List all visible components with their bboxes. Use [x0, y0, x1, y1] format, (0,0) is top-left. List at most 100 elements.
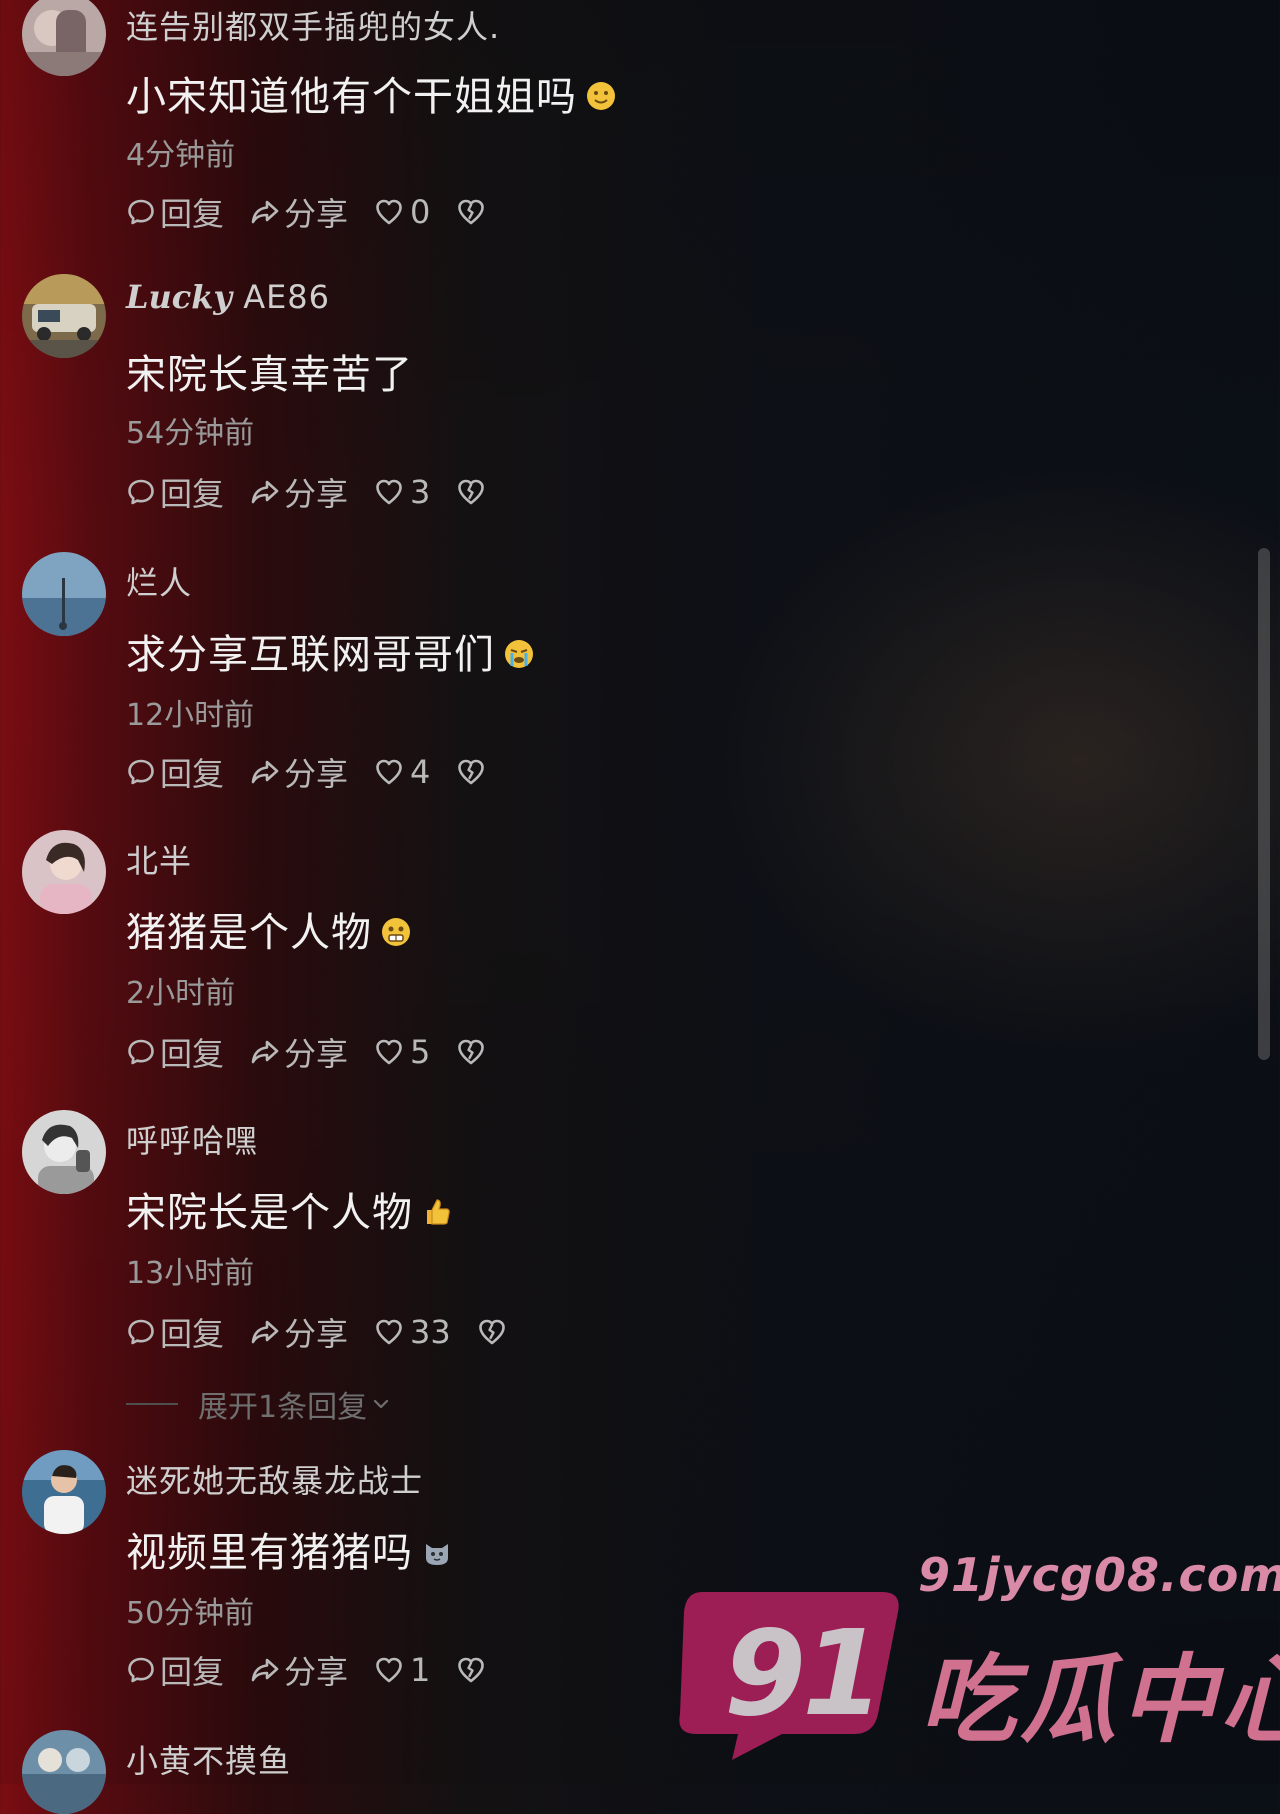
- username[interactable]: 小黄不摸鱼: [126, 1736, 291, 1782]
- broken-heart-icon: [456, 477, 486, 507]
- reply-icon: [126, 1037, 156, 1067]
- dislike-button[interactable]: [477, 1317, 511, 1347]
- share-button[interactable]: 分享: [250, 469, 348, 515]
- username[interactable]: 连告别都双手插兜的女人.: [126, 2, 500, 48]
- like-button[interactable]: 33: [374, 1313, 451, 1351]
- share-icon: [250, 197, 280, 227]
- reply-button[interactable]: 回复: [126, 189, 224, 235]
- crying-emoji-icon: [503, 638, 535, 670]
- reply-button[interactable]: 回复: [126, 469, 224, 515]
- username[interactable]: 呼呼哈嘿: [126, 1116, 258, 1162]
- heart-icon: [374, 757, 404, 787]
- broken-heart-icon: [456, 757, 486, 787]
- comment-text: 小宋知道他有个干姐姐吗: [126, 64, 617, 122]
- background: [0, 0, 1280, 1784]
- like-count: 5: [410, 1033, 431, 1071]
- reply-icon: [126, 757, 156, 787]
- heart-icon: [374, 1655, 404, 1685]
- divider: [126, 1403, 178, 1405]
- like-button[interactable]: 5: [374, 1033, 430, 1071]
- heart-icon: [374, 1037, 404, 1067]
- like-count: 0: [410, 193, 431, 231]
- grimace-emoji-icon: [380, 916, 412, 948]
- like-button[interactable]: 1: [374, 1651, 430, 1689]
- like-count: 3: [410, 473, 431, 511]
- comment-actions: 回复 分享 3: [126, 469, 516, 515]
- like-count: 4: [410, 753, 431, 791]
- dislike-button[interactable]: [456, 197, 490, 227]
- username[interactable]: 迷死她无敌暴龙战士: [126, 1456, 423, 1502]
- avatar[interactable]: [22, 0, 106, 76]
- watermark-number: 91: [724, 1604, 884, 1742]
- broken-heart-icon: [456, 197, 486, 227]
- reply-button[interactable]: 回复: [126, 749, 224, 795]
- share-icon: [250, 1037, 280, 1067]
- share-icon: [250, 1317, 280, 1347]
- share-button[interactable]: 分享: [250, 1309, 348, 1355]
- scrollbar[interactable]: [1258, 548, 1270, 1060]
- watermark: 91 91jycg08.com 吃瓜中心: [672, 1548, 1280, 1784]
- reply-icon: [126, 197, 156, 227]
- smile-emoji-icon: [585, 80, 617, 112]
- avatar[interactable]: [22, 1730, 106, 1814]
- comment-time: 13小时前: [126, 1256, 255, 1291]
- avatar[interactable]: [22, 552, 106, 636]
- share-button[interactable]: 分享: [250, 749, 348, 795]
- heart-icon: [374, 1317, 404, 1347]
- comment-time: 4分钟前: [126, 138, 236, 173]
- dislike-button[interactable]: [456, 477, 490, 507]
- username[interactable]: 北半: [126, 836, 192, 882]
- reply-button[interactable]: 回复: [126, 1029, 224, 1075]
- comment-text: 求分享互联网哥哥们: [126, 622, 535, 680]
- chevron-down-icon: [371, 1394, 391, 1414]
- broken-heart-icon: [477, 1317, 507, 1347]
- thumbs-up-emoji-icon: [421, 1196, 453, 1228]
- heart-icon: [374, 477, 404, 507]
- avatar[interactable]: [22, 1110, 106, 1194]
- reply-icon: [126, 477, 156, 507]
- username[interactable]: Lucky AE86: [126, 278, 330, 316]
- like-button[interactable]: 4: [374, 753, 430, 791]
- broken-heart-icon: [456, 1037, 486, 1067]
- broken-heart-icon: [456, 1655, 486, 1685]
- cat-emoji-icon: [421, 1536, 453, 1568]
- comment-actions: 回复 分享 33: [126, 1309, 537, 1355]
- comment-text: 宋院长真幸苦了: [126, 352, 413, 398]
- share-icon: [250, 757, 280, 787]
- like-count: 33: [410, 1313, 451, 1351]
- comment-text: 猪猪是个人物: [126, 900, 412, 958]
- comment-time: 54分钟前: [126, 416, 255, 451]
- comment-time: 2小时前: [126, 976, 236, 1011]
- expand-replies-button[interactable]: 展开1条回复: [126, 1382, 391, 1426]
- reply-icon: [126, 1655, 156, 1685]
- avatar[interactable]: [22, 274, 106, 358]
- reply-icon: [126, 1317, 156, 1347]
- comment-text: 视频里有猪猪吗: [126, 1520, 453, 1578]
- comment-time: 12小时前: [126, 698, 255, 733]
- reply-button[interactable]: 回复: [126, 1647, 224, 1693]
- dislike-button[interactable]: [456, 1037, 490, 1067]
- avatar[interactable]: [22, 1450, 106, 1534]
- comment-actions: 回复 分享 4: [126, 749, 516, 795]
- share-icon: [250, 1655, 280, 1685]
- share-button[interactable]: 分享: [250, 189, 348, 235]
- comment-text: 宋院长是个人物: [126, 1180, 453, 1238]
- avatar[interactable]: [22, 830, 106, 914]
- heart-icon: [374, 197, 404, 227]
- comment-time: 50分钟前: [126, 1596, 255, 1631]
- dislike-button[interactable]: [456, 1655, 490, 1685]
- share-button[interactable]: 分享: [250, 1029, 348, 1075]
- dislike-button[interactable]: [456, 757, 490, 787]
- comment-actions: 回复 分享 5: [126, 1029, 516, 1075]
- username[interactable]: 烂人: [126, 558, 192, 604]
- like-button[interactable]: 0: [374, 193, 430, 231]
- like-count: 1: [410, 1651, 431, 1689]
- reply-button[interactable]: 回复: [126, 1309, 224, 1355]
- watermark-title: 吃瓜中心: [920, 1644, 1280, 1756]
- like-button[interactable]: 3: [374, 473, 430, 511]
- share-button[interactable]: 分享: [250, 1647, 348, 1693]
- comment-actions: 回复 分享 1: [126, 1647, 516, 1693]
- watermark-domain: 91jycg08.com: [918, 1548, 1280, 1602]
- share-icon: [250, 477, 280, 507]
- comment-actions: 回复 分享 0: [126, 189, 516, 235]
